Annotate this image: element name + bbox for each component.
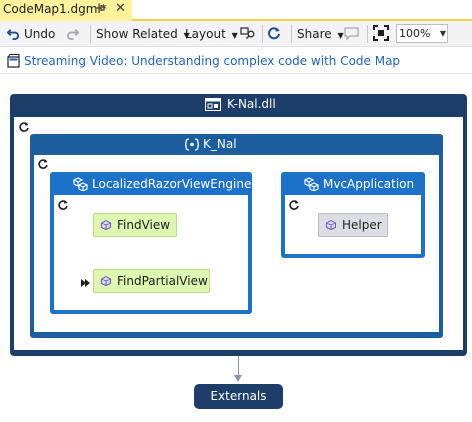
toolbar-separator [367,25,368,43]
zoom-level-dropdown[interactable]: 100% ▼ [396,24,448,43]
document-tab[interactable]: CodeMap1.dgml* ✕ [0,0,132,21]
chevron-down-icon: ▼ [439,29,446,38]
class-label: LocalizedRazorViewEngine [92,177,252,191]
method-label: Helper [342,218,382,232]
show-related-button[interactable]: Show Related ▼ [96,21,190,47]
method-icon [101,276,111,286]
comment-button[interactable] [344,21,359,47]
toolbar-separator [90,25,91,43]
layout-button[interactable]: Layout ▼ [185,21,238,47]
class-label: MvcApplication [323,177,415,191]
chevron-down-icon: ▼ [337,31,344,40]
toolbar-separator [262,25,263,43]
method-icon [101,220,111,230]
method-icon [326,220,336,230]
redo-icon [67,29,80,40]
share-button[interactable]: Share ▼ [297,21,344,47]
find-icon [240,27,255,40]
close-tab-icon[interactable]: ✕ [115,1,126,16]
refresh-icon [268,27,280,40]
method-node-findview[interactable]: FindView [93,213,177,237]
zoom-to-fit-button[interactable] [373,21,389,47]
undo-icon [6,29,19,40]
externals-node[interactable]: Externals [194,384,283,409]
document-tab-title[interactable]: CodeMap1.dgml* [3,2,107,16]
undo-label: Undo [24,27,56,41]
arrowhead-icon [234,375,242,382]
class-icon [72,177,89,194]
streaming-video-link[interactable]: Streaming Video: Understanding complex c… [24,54,400,68]
group-refresh-icon[interactable] [18,121,30,136]
share-label: Share [297,27,332,41]
externals-label: Externals [210,389,267,403]
video-icon [7,54,21,71]
assembly-label: K-Nal.dll [227,97,276,111]
comment-icon [344,27,359,41]
redo-button[interactable] [66,21,80,47]
group-refresh-icon[interactable] [57,199,69,214]
class-icon [303,177,320,194]
call-arrow-icon [80,277,91,291]
toolbar-separator [291,25,292,43]
namespace-label: K_Nal [203,137,237,151]
zoom-level-value: 100% [399,27,431,40]
pin-icon[interactable] [94,2,106,17]
method-node-findpartialview[interactable]: FindPartialView [93,269,210,293]
find-in-map-button[interactable] [240,21,256,47]
undo-button[interactable]: Undo [6,21,56,47]
group-refresh-icon[interactable] [37,158,49,173]
chevron-down-icon: ▼ [231,31,238,40]
code-map-toolbar: Undo Show Related ▼ Layout ▼ Share ▼ 100… [0,21,472,47]
method-node-helper[interactable]: Helper [318,213,388,237]
namespace-icon [184,138,200,154]
zoom-to-fit-icon [373,25,389,41]
assembly-icon [205,98,221,114]
method-label: FindView [117,218,171,232]
method-label: FindPartialView [117,274,208,288]
refresh-button[interactable] [267,21,281,47]
show-related-label: Show Related [96,27,178,41]
layout-label: Layout [185,27,226,41]
group-refresh-icon[interactable] [288,199,300,214]
info-bar: Streaming Video: Understanding complex c… [0,48,472,74]
